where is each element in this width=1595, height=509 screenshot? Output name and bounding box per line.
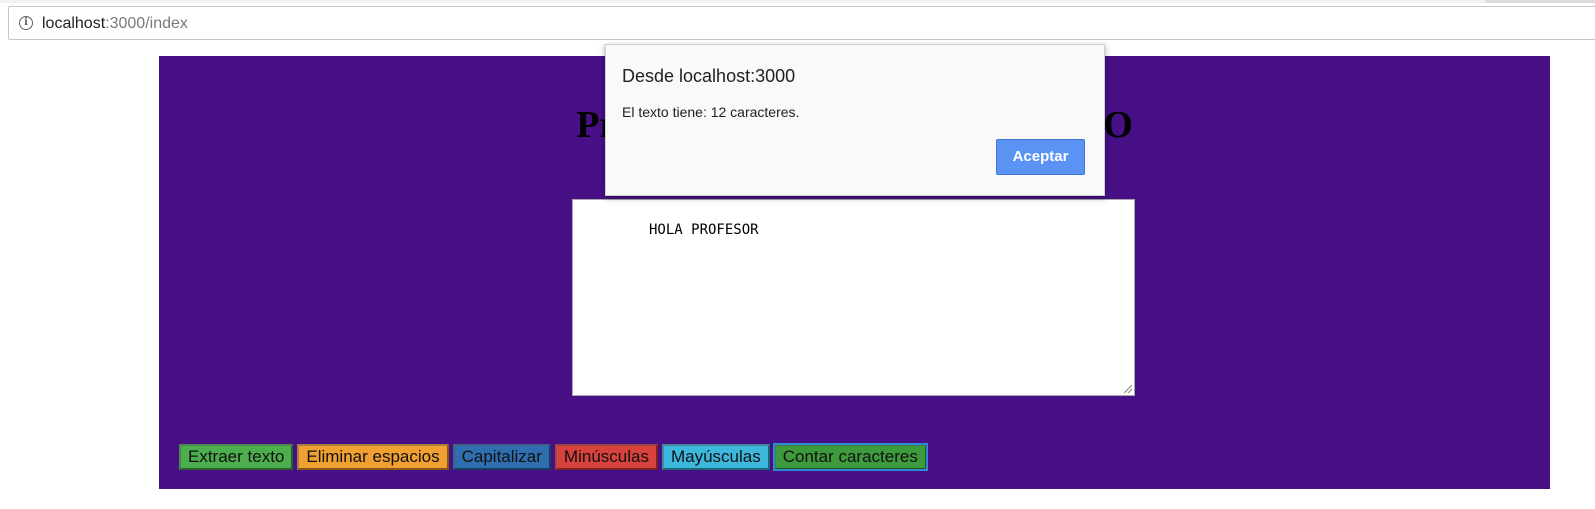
tab-strip-edge-right (1485, 0, 1595, 3)
alert-dialog: Desde localhost:3000 El texto tiene: 12 … (605, 44, 1105, 196)
accept-button[interactable]: Aceptar (996, 139, 1085, 175)
url-host: localhost (42, 15, 106, 32)
text-input-area[interactable]: HOLA PROFESOR (572, 199, 1135, 396)
capitalize-button[interactable]: Capitalizar (452, 444, 551, 470)
tab-strip-edge (0, 0, 1595, 3)
count-characters-button[interactable]: Contar caracteres (772, 443, 928, 471)
action-buttons: Extraer texto Eliminar espacios Capitaliza… (179, 443, 931, 472)
browser-toolbar: i localhost:3000/index (0, 0, 1595, 48)
remove-spaces-button[interactable]: Eliminar espacios (297, 444, 449, 470)
text-input-value: HOLA PROFESOR (649, 222, 759, 238)
extract-text-button[interactable]: Extraer texto (179, 444, 294, 470)
uppercase-button[interactable]: Mayúsculas (661, 444, 770, 470)
lowercase-button[interactable]: Minúsculas (554, 444, 658, 470)
info-icon[interactable]: i (19, 16, 33, 30)
alert-message: El texto tiene: 12 caracteres. (622, 104, 800, 120)
resize-handle-icon[interactable] (1124, 385, 1132, 393)
address-bar[interactable]: i localhost:3000/index (8, 6, 1595, 40)
url-text[interactable]: localhost:3000/index (42, 14, 188, 34)
url-path: :3000/index (105, 15, 188, 32)
alert-title: Desde localhost:3000 (622, 66, 796, 86)
